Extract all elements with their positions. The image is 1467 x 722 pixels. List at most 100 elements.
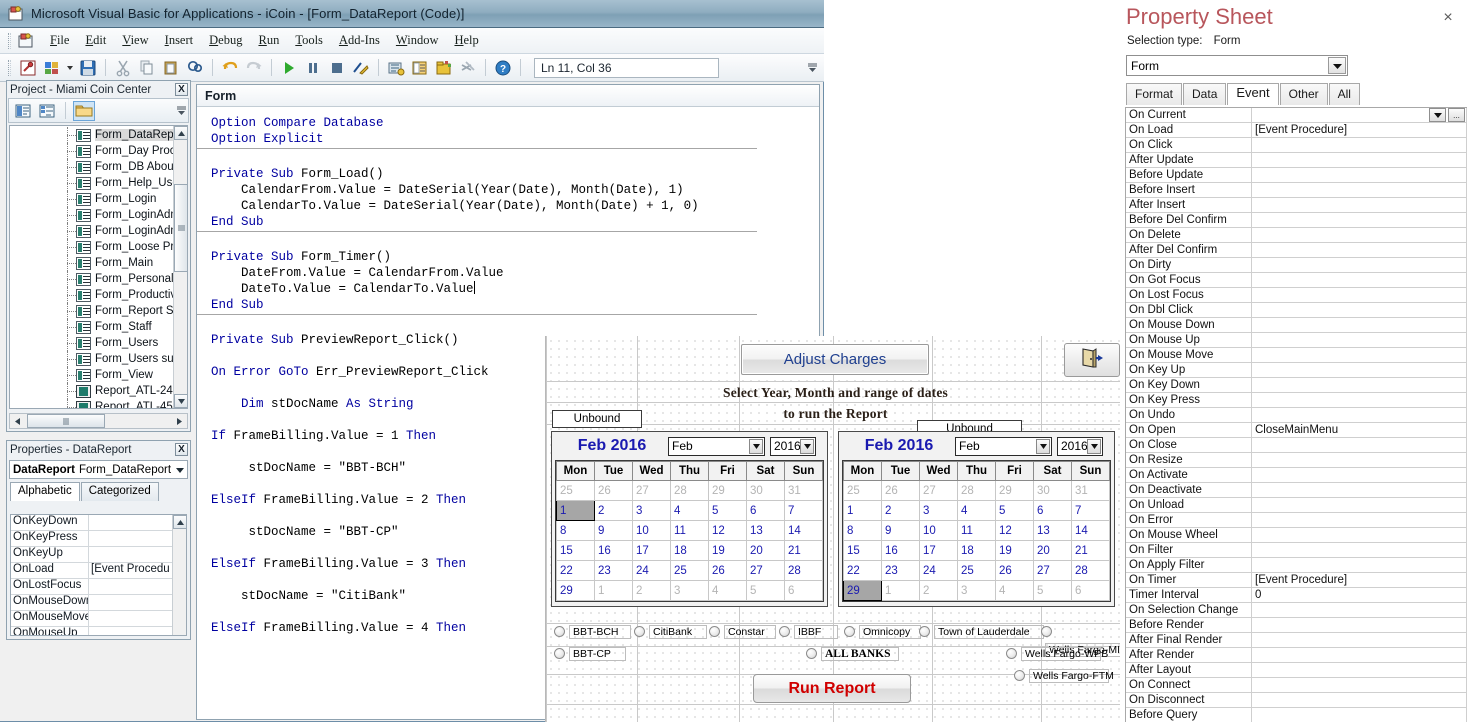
calendar-from[interactable]: Feb 2016 Feb 2016 Mon Tue Wed Thu Fri Sat Sun 25 26… xyxy=(551,431,828,607)
project-tree-item[interactable]: Form_Staff xyxy=(10,319,173,335)
property-sheet-row[interactable]: On Error xyxy=(1126,513,1467,528)
calendar-day-cell[interactable]: 1 xyxy=(556,500,595,521)
project-tree-item[interactable]: Form_Productivi xyxy=(10,287,173,303)
year-select[interactable]: 2016 xyxy=(770,436,816,456)
month-select[interactable]: Feb xyxy=(955,436,1052,456)
calendar-day-cell[interactable]: 6 xyxy=(746,500,785,521)
radio-button-icon[interactable] xyxy=(919,626,930,638)
property-sheet-row[interactable]: On Key Down xyxy=(1126,378,1467,393)
project-tree-item[interactable]: Form_View xyxy=(10,367,173,383)
calendar-day-cell[interactable]: 15 xyxy=(556,540,595,561)
pe-overflow-icon[interactable] xyxy=(176,103,186,119)
menu-item-run[interactable]: Run xyxy=(250,31,287,50)
calendar-day-cell[interactable]: 26 xyxy=(995,560,1034,581)
toolbar-overflow-icon[interactable] xyxy=(807,58,818,78)
scroll-right-icon[interactable] xyxy=(172,414,187,428)
calendar-day-cell[interactable]: 18 xyxy=(670,540,709,561)
property-value[interactable]: CloseMainMenu xyxy=(1252,423,1467,437)
property-sheet-row[interactable]: On Mouse Up xyxy=(1126,333,1467,348)
property-sheet-tab-format[interactable]: Format xyxy=(1126,83,1183,105)
properties-object-combo[interactable]: DataReport Form_DataReport xyxy=(9,460,188,479)
toggle-folders-button[interactable] xyxy=(73,100,95,121)
calendar-day-cell[interactable]: 5 xyxy=(708,500,747,521)
property-sheet-row[interactable]: Before Query xyxy=(1126,708,1467,722)
radio-button-icon[interactable] xyxy=(554,648,565,660)
calendar-day-cell[interactable]: 4 xyxy=(708,580,747,601)
property-value[interactable] xyxy=(1252,153,1467,167)
chevron-down-icon[interactable] xyxy=(800,438,814,454)
close-icon[interactable]: X xyxy=(175,83,188,96)
calendar-day-cell[interactable]: 29 xyxy=(556,580,595,601)
project-tree-item[interactable]: Form_Users sub xyxy=(10,351,173,367)
project-explorer-icon[interactable] xyxy=(385,57,407,79)
property-value[interactable] xyxy=(1252,363,1467,377)
hscroll-thumb[interactable] xyxy=(27,414,105,428)
property-value[interactable] xyxy=(1252,348,1467,362)
scroll-left-icon[interactable] xyxy=(10,414,25,428)
calendar-day-cell[interactable]: 2 xyxy=(632,580,671,601)
bank-option[interactable]: IBBF xyxy=(779,623,838,641)
menubar-grip[interactable] xyxy=(8,32,11,49)
calendar-day-cell[interactable]: 10 xyxy=(919,520,958,541)
vba-property-row[interactable]: OnKeyUp xyxy=(11,547,186,563)
property-sheet-row[interactable]: After Update xyxy=(1126,153,1467,168)
calendar-day-cell[interactable]: 25 xyxy=(957,560,996,581)
calendar-day-cell[interactable]: 28 xyxy=(957,480,996,501)
pause-icon[interactable] xyxy=(302,57,324,79)
project-tree-item[interactable]: Form_Report Se xyxy=(10,303,173,319)
vba-properties-tab-categorized[interactable]: Categorized xyxy=(80,482,159,501)
property-sheet-row[interactable]: Before Render xyxy=(1126,618,1467,633)
calendar-day-cell[interactable]: 22 xyxy=(556,560,595,581)
calendar-day-cell[interactable]: 16 xyxy=(881,540,920,561)
property-value[interactable] xyxy=(1252,528,1467,542)
bank-option[interactable]: BBT-CP xyxy=(554,645,626,663)
chevron-down-icon[interactable] xyxy=(749,438,763,454)
chevron-down-icon[interactable] xyxy=(173,461,187,478)
project-tree-item[interactable]: Form_LoginAdmi xyxy=(10,207,173,223)
menu-item-tools[interactable]: Tools xyxy=(287,31,331,50)
calendar-day-cell[interactable]: 31 xyxy=(784,480,823,501)
year-select[interactable]: 2016 xyxy=(1057,436,1103,456)
menu-item-debug[interactable]: Debug xyxy=(201,31,250,50)
unbound-textbox-from[interactable]: Unbound xyxy=(552,410,642,428)
calendar-to[interactable]: Feb 2016 Feb 2016 Mon Tue Wed Thu Fri Sat Sun 25 26… xyxy=(838,431,1115,607)
cut-icon[interactable] xyxy=(112,57,134,79)
calendar-day-cell[interactable]: 16 xyxy=(594,540,633,561)
radio-button-icon[interactable] xyxy=(554,626,565,638)
property-sheet-row[interactable]: After Del Confirm xyxy=(1126,243,1467,258)
property-sheet-row[interactable]: On Click xyxy=(1126,138,1467,153)
calendar-day-cell[interactable]: 26 xyxy=(881,480,920,501)
property-sheet-tab-data[interactable]: Data xyxy=(1183,83,1227,105)
toolbox-icon[interactable] xyxy=(457,57,479,79)
property-value[interactable] xyxy=(1252,138,1467,152)
calendar-day-cell[interactable]: 4 xyxy=(995,580,1034,601)
property-sheet-row[interactable]: On Filter xyxy=(1126,543,1467,558)
property-sheet-row[interactable]: On Dbl Click xyxy=(1126,303,1467,318)
undo-icon[interactable] xyxy=(219,57,241,79)
calendar-day-cell[interactable]: 12 xyxy=(995,520,1034,541)
calendar-day-cell[interactable]: 27 xyxy=(746,560,785,581)
calendar-grid[interactable]: Mon Tue Wed Thu Fri Sat Sun 25 26 27 28 29 30 31 1 2 3 4 5… xyxy=(555,460,824,602)
calendar-day-cell[interactable]: 14 xyxy=(784,520,823,541)
bank-option[interactable]: Constar xyxy=(709,623,776,641)
calendar-day-cell[interactable]: 2 xyxy=(594,500,633,521)
property-sheet-row[interactable]: After Render xyxy=(1126,648,1467,663)
calendar-day-cell[interactable]: 28 xyxy=(670,480,709,501)
radio-button-icon[interactable] xyxy=(806,648,817,660)
calendar-day-cell[interactable]: 28 xyxy=(1071,560,1110,581)
property-sheet-row[interactable]: Before Update xyxy=(1126,168,1467,183)
project-tree-item[interactable]: Form_Login xyxy=(10,191,173,207)
calendar-day-cell[interactable]: 25 xyxy=(670,560,709,581)
calendar-day-cell[interactable]: 6 xyxy=(1033,500,1072,521)
calendar-day-cell[interactable]: 19 xyxy=(995,540,1034,561)
property-value[interactable]: [Event Procedure] xyxy=(1252,573,1467,587)
calendar-day-cell[interactable]: 30 xyxy=(746,480,785,501)
property-value[interactable]: 0 xyxy=(1252,588,1467,602)
calendar-day-cell[interactable]: 27 xyxy=(919,480,958,501)
property-sheet-row[interactable]: On Deactivate xyxy=(1126,483,1467,498)
calendar-grid[interactable]: Mon Tue Wed Thu Fri Sat Sun 25 26 27 28 29 30 31 1 2 3 4 5… xyxy=(842,460,1111,602)
calendar-day-cell[interactable]: 1 xyxy=(843,500,882,521)
vba-properties-grid[interactable]: OnKeyDown OnKeyPress OnKeyUp OnLoad [Event P… xyxy=(10,514,187,636)
calendar-day-cell[interactable]: 3 xyxy=(957,580,996,601)
save-icon[interactable] xyxy=(77,57,99,79)
